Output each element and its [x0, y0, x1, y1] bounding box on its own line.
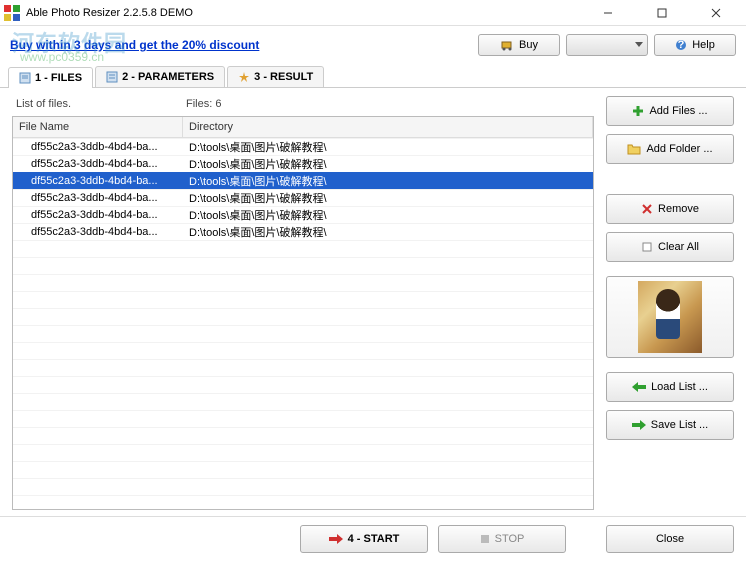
bottom-bar: 4 - START STOP Close — [0, 516, 746, 561]
save-list-label: Save List ... — [651, 419, 708, 431]
plus-icon — [632, 105, 644, 117]
help-icon: ? — [675, 39, 687, 51]
clear-all-button[interactable]: Clear All — [606, 232, 734, 262]
table-body[interactable]: df55c2a3-3ddb-4bd4-ba...D:\tools\桌面\图片\破… — [13, 138, 593, 498]
tab-files[interactable]: 1 - FILES — [8, 67, 93, 88]
header-filename[interactable]: File Name — [13, 117, 183, 137]
cell-filename: df55c2a3-3ddb-4bd4-ba... — [13, 158, 183, 170]
cell-directory: D:\tools\桌面\图片\破解教程\ — [183, 139, 593, 155]
minimize-button[interactable] — [588, 3, 628, 23]
remove-label: Remove — [658, 203, 699, 215]
start-button[interactable]: 4 - START — [300, 525, 428, 553]
arrow-left-icon — [632, 382, 646, 392]
side-panel: Add Files ... Add Folder ... Remove Clea… — [606, 96, 734, 510]
arrow-right-icon — [632, 420, 646, 430]
titlebar: Able Photo Resizer 2.2.5.8 DEMO — [0, 0, 746, 26]
header-directory[interactable]: Directory — [183, 117, 593, 137]
maximize-button[interactable] — [642, 3, 682, 23]
cell-filename: df55c2a3-3ddb-4bd4-ba... — [13, 209, 183, 221]
x-icon — [641, 203, 653, 215]
add-folder-label: Add Folder ... — [646, 143, 712, 155]
clear-icon — [641, 241, 653, 253]
table-row[interactable]: df55c2a3-3ddb-4bd4-ba...D:\tools\桌面\图片\破… — [13, 155, 593, 172]
chevron-down-icon — [635, 42, 643, 48]
cart-icon — [500, 39, 514, 51]
add-files-label: Add Files ... — [649, 105, 707, 117]
table-row[interactable]: df55c2a3-3ddb-4bd4-ba...D:\tools\桌面\图片\破… — [13, 206, 593, 223]
result-icon — [238, 71, 250, 83]
help-button[interactable]: ? Help — [654, 34, 736, 56]
table-row[interactable]: df55c2a3-3ddb-4bd4-ba...D:\tools\桌面\图片\破… — [13, 189, 593, 206]
tab-bar: 1 - FILES 2 - PARAMETERS 3 - RESULT — [0, 64, 746, 88]
cell-filename: df55c2a3-3ddb-4bd4-ba... — [13, 226, 183, 238]
cell-filename: df55c2a3-3ddb-4bd4-ba... — [13, 192, 183, 204]
start-label: 4 - START — [348, 533, 400, 545]
cell-directory: D:\tools\桌面\图片\破解教程\ — [183, 224, 593, 240]
table-row[interactable]: df55c2a3-3ddb-4bd4-ba...D:\tools\桌面\图片\破… — [13, 223, 593, 240]
toolbar: Buy within 3 days and get the 20% discou… — [0, 26, 746, 64]
close-label: Close — [656, 533, 684, 545]
buy-button[interactable]: Buy — [478, 34, 560, 56]
table-row[interactable]: df55c2a3-3ddb-4bd4-ba...D:\tools\桌面\图片\破… — [13, 138, 593, 155]
file-table[interactable]: File Name Directory df55c2a3-3ddb-4bd4-b… — [12, 116, 594, 510]
close-button[interactable]: Close — [606, 525, 734, 553]
load-list-label: Load List ... — [651, 381, 708, 393]
content-area: List of files. Files: 6 File Name Direct… — [0, 88, 746, 518]
table-header: File Name Directory — [13, 117, 593, 138]
cell-directory: D:\tools\桌面\图片\破解教程\ — [183, 207, 593, 223]
folder-icon — [627, 143, 641, 155]
help-label: Help — [692, 39, 715, 51]
app-icon — [4, 5, 20, 21]
image-preview — [606, 276, 734, 358]
close-window-button[interactable] — [696, 3, 736, 23]
remove-button[interactable]: Remove — [606, 194, 734, 224]
language-dropdown[interactable] — [566, 34, 648, 56]
load-list-button[interactable]: Load List ... — [606, 372, 734, 402]
parameters-icon — [106, 71, 118, 83]
tab-result-label: 3 - RESULT — [254, 71, 313, 83]
tab-parameters[interactable]: 2 - PARAMETERS — [95, 66, 225, 87]
files-icon — [19, 72, 31, 84]
add-files-button[interactable]: Add Files ... — [606, 96, 734, 126]
cell-filename: df55c2a3-3ddb-4bd4-ba... — [13, 175, 183, 187]
list-label: List of files. — [16, 98, 186, 110]
stop-button[interactable]: STOP — [438, 525, 566, 553]
file-list-panel: List of files. Files: 6 File Name Direct… — [12, 96, 594, 510]
tab-parameters-label: 2 - PARAMETERS — [122, 71, 214, 83]
cell-filename: df55c2a3-3ddb-4bd4-ba... — [13, 141, 183, 153]
arrow-right-red-icon — [329, 534, 343, 544]
stop-label: STOP — [495, 533, 525, 545]
tab-files-label: 1 - FILES — [35, 72, 82, 84]
preview-thumbnail — [638, 281, 702, 353]
clear-all-label: Clear All — [658, 241, 699, 253]
cell-directory: D:\tools\桌面\图片\破解教程\ — [183, 190, 593, 206]
save-list-button[interactable]: Save List ... — [606, 410, 734, 440]
svg-text:?: ? — [678, 39, 685, 51]
window-title: Able Photo Resizer 2.2.5.8 DEMO — [26, 7, 588, 19]
file-count: Files: 6 — [186, 98, 221, 110]
table-row[interactable]: df55c2a3-3ddb-4bd4-ba...D:\tools\桌面\图片\破… — [13, 172, 593, 189]
promo-link[interactable]: Buy within 3 days and get the 20% discou… — [10, 38, 259, 52]
add-folder-button[interactable]: Add Folder ... — [606, 134, 734, 164]
cell-directory: D:\tools\桌面\图片\破解教程\ — [183, 173, 593, 189]
stop-icon — [480, 534, 490, 544]
cell-directory: D:\tools\桌面\图片\破解教程\ — [183, 156, 593, 172]
tab-result[interactable]: 3 - RESULT — [227, 66, 324, 87]
buy-label: Buy — [519, 39, 538, 51]
